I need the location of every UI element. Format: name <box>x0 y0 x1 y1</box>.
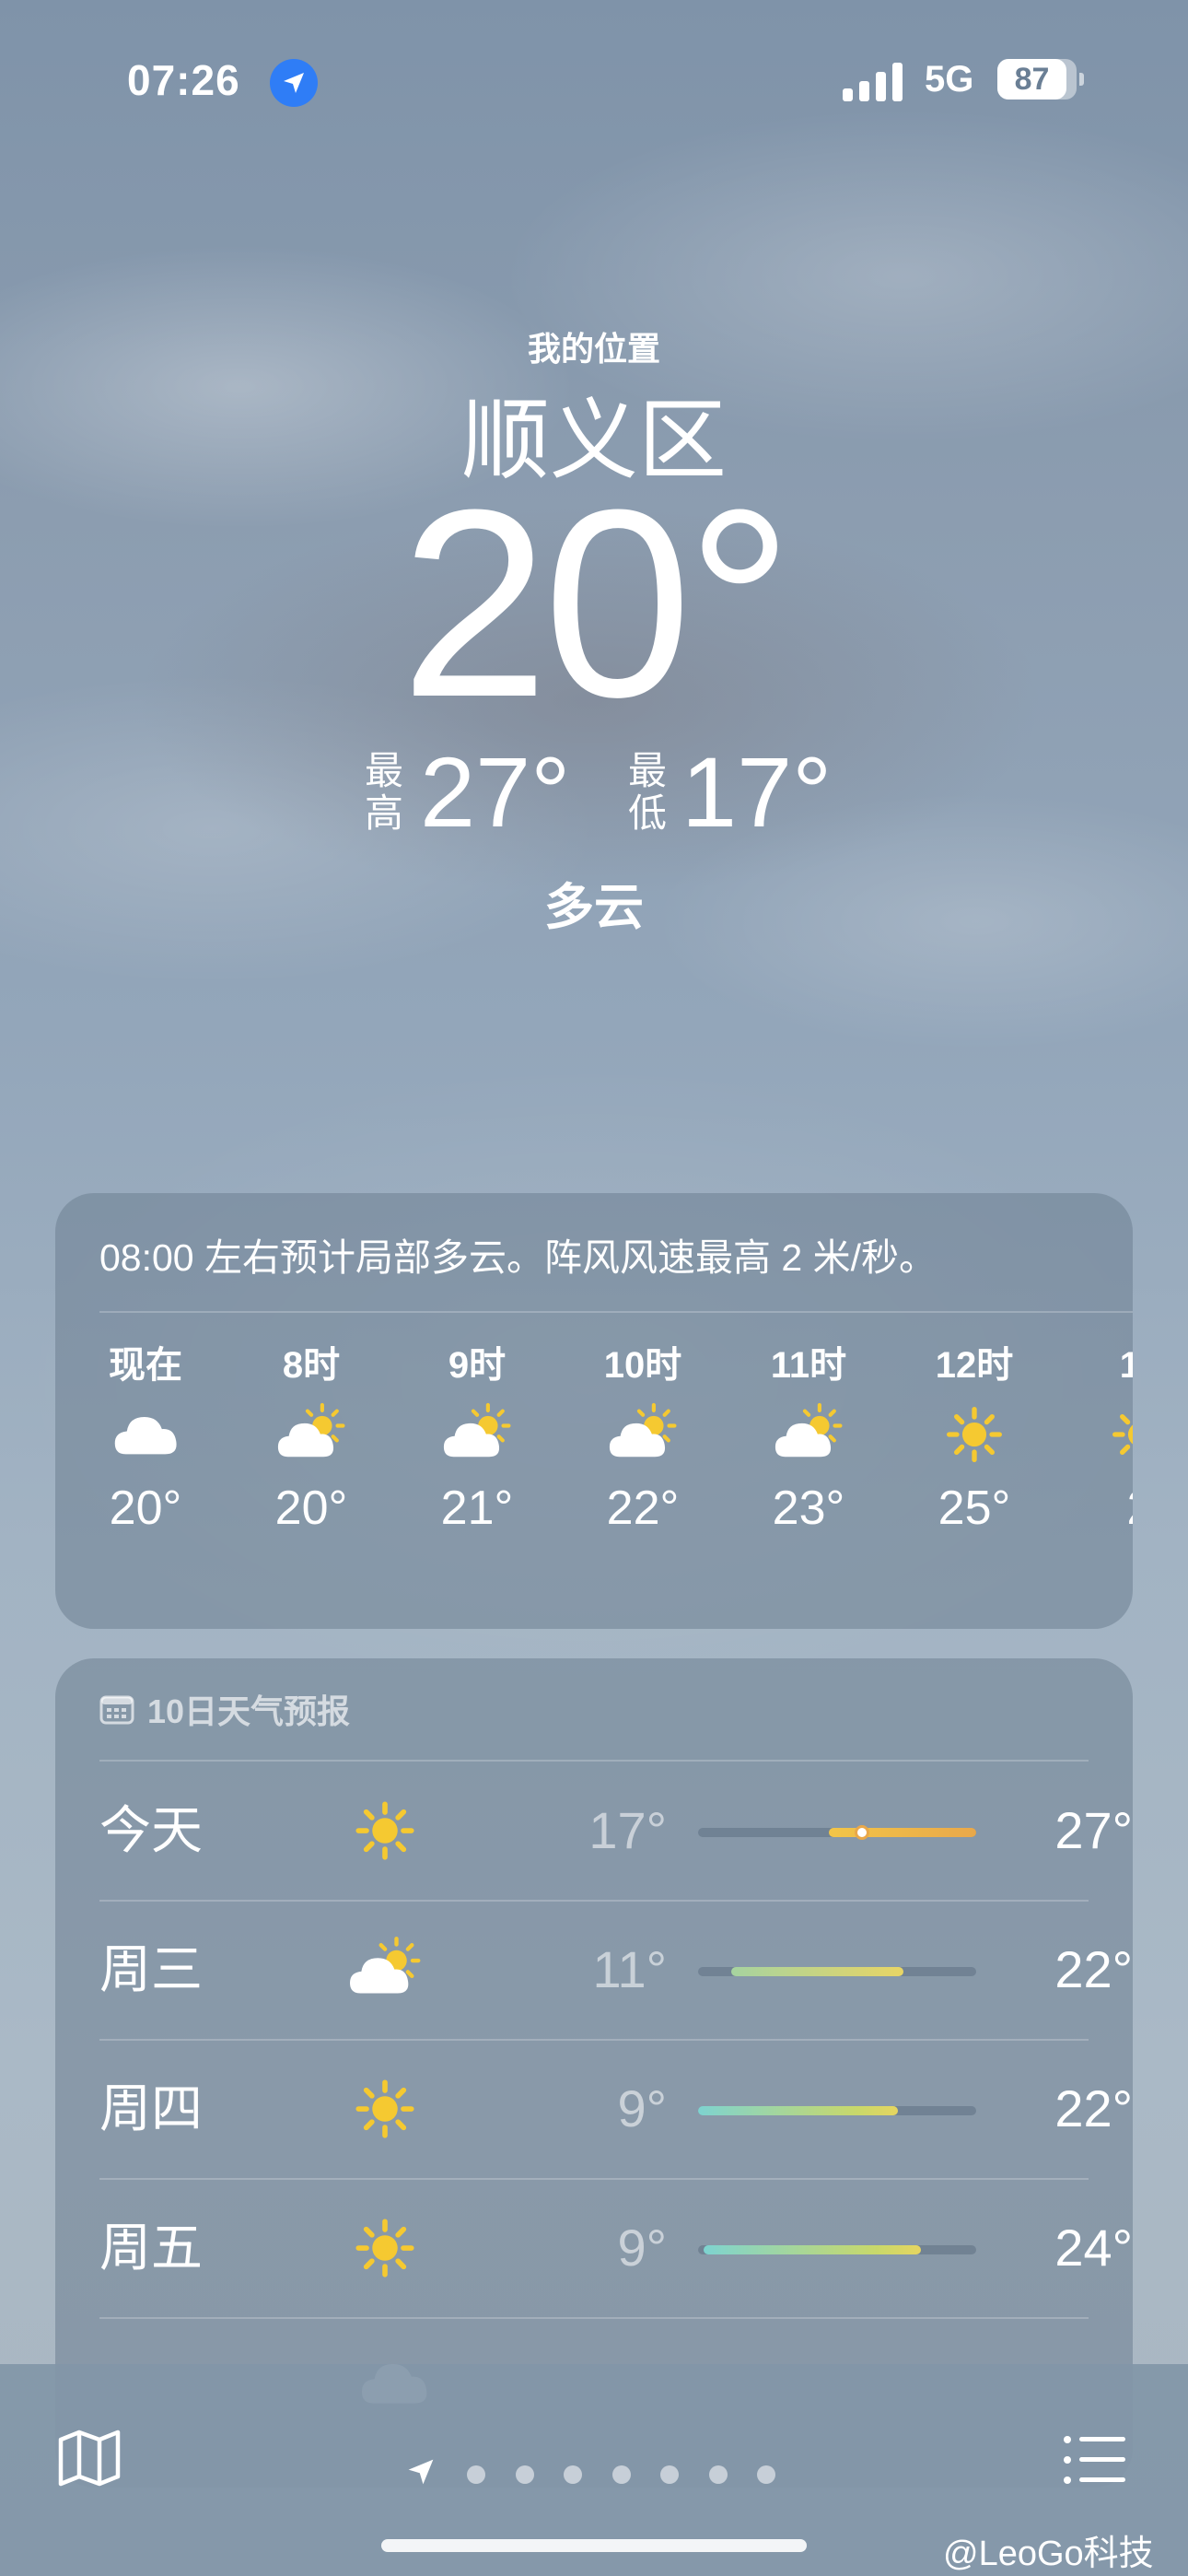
hourly-item: 10时 22° <box>574 1342 712 1536</box>
divider <box>99 2317 1089 2319</box>
divider <box>99 1311 1133 1313</box>
page-dot[interactable] <box>611 2465 631 2484</box>
daily-low: 9° <box>617 2079 667 2137</box>
daily-row[interactable]: 周五 9° 24° <box>99 2179 1133 2317</box>
network-type: 5G <box>925 59 974 100</box>
hourly-time: 13 <box>1119 1345 1133 1386</box>
hourly-summary: 08:00 左右预计局部多云。阵风风速最高 2 米/秒。 <box>99 1236 937 1279</box>
sun-icon <box>344 2072 426 2146</box>
page-dot[interactable] <box>564 2465 582 2484</box>
daily-low: 11° <box>592 1940 667 1998</box>
daily-low: 17° <box>588 1801 667 1859</box>
daily-high: 22° <box>1054 1940 1133 1998</box>
low-label: 最低 <box>627 749 667 835</box>
high-low: 最高 27° 最低 17° <box>0 737 1188 848</box>
status-bar: 07:26 5G 87 <box>0 55 1188 111</box>
page-dot[interactable] <box>708 2465 728 2484</box>
page-dot[interactable] <box>757 2465 775 2484</box>
hourly-temperature: 20° <box>274 1481 348 1535</box>
low-temperature: 17° <box>681 736 833 848</box>
daily-row[interactable]: 今天 17° 27° <box>99 1762 1133 1900</box>
ten-day-header: 10日天气预报 <box>99 1684 350 1739</box>
sun-icon <box>344 2211 426 2285</box>
hourly-temperature: 23° <box>772 1481 845 1535</box>
hourly-temperature: 20° <box>109 1481 182 1535</box>
daily-high: 22° <box>1054 2079 1133 2137</box>
daily-day: 周三 <box>99 1940 203 1998</box>
status-time: 07:26 <box>127 56 240 104</box>
battery-level: 87 <box>1014 62 1050 97</box>
hourly-time: 9时 <box>448 1345 507 1386</box>
list-button[interactable] <box>1063 2434 1127 2490</box>
ten-day-title: 10日天气预报 <box>147 1692 351 1730</box>
hourly-time: 现在 <box>109 1345 182 1386</box>
high-label: 最高 <box>364 749 403 835</box>
partly-sunny-icon <box>344 1933 426 2007</box>
temperature-range-fill <box>731 1967 904 1976</box>
location-arrow-icon <box>405 2456 437 2492</box>
hourly-item: 13 2 <box>1071 1342 1133 1536</box>
hourly-temperature: 25° <box>938 1481 1011 1535</box>
sun-icon <box>905 1388 1043 1481</box>
ten-day-forecast-card[interactable]: 10日天气预报 今天 17° 27° 周三 11° 22° 周四 9° 22° 周五 9° 24° <box>55 1658 1133 2488</box>
temperature-range-fill <box>698 2106 899 2115</box>
partly-sunny-icon <box>740 1388 878 1481</box>
daily-high: 27° <box>1054 1801 1133 1859</box>
battery-icon: 87 <box>997 59 1084 100</box>
hourly-item: 8时 20° <box>242 1342 380 1536</box>
partly-sunny-icon <box>408 1388 546 1481</box>
daily-day: 周五 <box>99 2219 203 2277</box>
sun-icon <box>344 1794 426 1868</box>
hourly-item: 现在 20° <box>76 1342 215 1536</box>
page-dot[interactable] <box>467 2465 485 2484</box>
daily-high: 24° <box>1054 2219 1133 2277</box>
my-location-label: 我的位置 <box>527 330 660 368</box>
hourly-item: 12时 25° <box>905 1342 1043 1536</box>
map-button[interactable] <box>57 2429 122 2492</box>
watermark: @LeoGo科技 <box>943 2535 1154 2573</box>
location-arrow-icon <box>270 59 318 107</box>
hourly-item: 9时 21° <box>408 1342 546 1536</box>
hourly-forecast-card[interactable]: 08:00 左右预计局部多云。阵风风速最高 2 米/秒。 现在 20° 8时 20° 9… <box>55 1193 1133 1629</box>
hourly-time: 11时 <box>770 1345 847 1386</box>
hourly-time: 12时 <box>935 1345 1014 1386</box>
partly-sunny-icon <box>242 1388 380 1481</box>
daily-row[interactable]: 周四 9° 22° <box>99 2040 1133 2178</box>
temperature-range-fill <box>828 1828 976 1837</box>
daily-day: 周四 <box>99 2079 203 2137</box>
page-dot[interactable] <box>660 2465 679 2484</box>
current-temperature: 20° <box>400 454 794 753</box>
hourly-time: 8时 <box>282 1345 341 1386</box>
temperature-range-bar <box>698 1967 976 1976</box>
hourly-time: 10时 <box>603 1345 682 1386</box>
temperature-range-bar <box>698 2245 976 2254</box>
daily-row[interactable]: 周三 11° 22° <box>99 1901 1133 2039</box>
high-temperature: 27° <box>420 736 571 848</box>
cellular-signal-icon <box>843 61 903 101</box>
cloud-icon <box>76 1388 215 1481</box>
hourly-temperature: 2 <box>1071 1481 1133 1536</box>
daily-low: 9° <box>617 2219 667 2277</box>
partly-sunny-icon <box>574 1388 712 1481</box>
page-dot[interactable] <box>515 2465 534 2484</box>
hourly-temperature: 22° <box>606 1481 680 1535</box>
calendar-icon <box>99 1686 134 1741</box>
home-indicator[interactable] <box>381 2539 807 2552</box>
hourly-item: 11时 23° <box>740 1342 878 1536</box>
daily-day: 今天 <box>99 1801 203 1859</box>
condition: 多云 <box>544 880 644 935</box>
current-temp-marker <box>855 1825 870 1840</box>
sun-icon <box>1071 1388 1133 1481</box>
temperature-range-bar <box>698 1825 976 1840</box>
temperature-range-bar <box>698 2106 976 2115</box>
hourly-temperature: 21° <box>440 1481 514 1535</box>
temperature-range-fill <box>704 2245 921 2254</box>
